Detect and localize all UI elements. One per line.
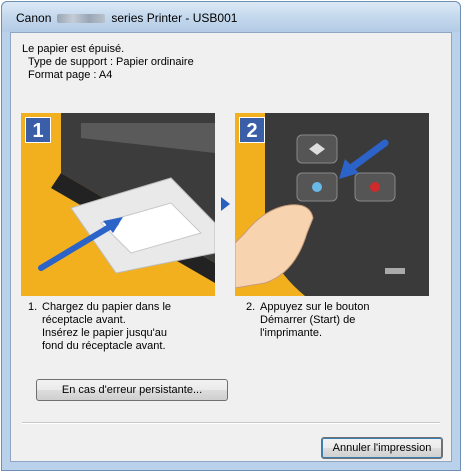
window-title: Canon series Printer - USB001 — [16, 11, 237, 25]
step-badge-1: 1 — [25, 117, 51, 143]
message-line-2: Type de support : Papier ordinaire — [28, 56, 194, 68]
printer-dialog-window: Canon series Printer - USB001 Le papier … — [1, 1, 461, 471]
step-badge-2: 2 — [239, 117, 265, 143]
step-1-line-1: Chargez du papier dans le — [42, 301, 172, 313]
message-line-3: Format page : A4 — [28, 69, 113, 81]
step-1-line-4: fond du réceptacle avant. — [42, 340, 166, 352]
divider — [22, 422, 440, 424]
cancel-printing-button[interactable]: Annuler l'impression — [321, 437, 443, 459]
title-suffix: series Printer - USB001 — [111, 11, 238, 25]
illustration-press-start: 2 — [235, 113, 429, 296]
persistent-error-button[interactable]: En cas d'erreur persistante... — [36, 379, 228, 401]
step-2-line-2: Démarrer (Start) de — [260, 314, 356, 326]
step-2-line-1: Appuyez sur le bouton — [260, 301, 370, 313]
step-1-line-2: réceptacle avant. — [42, 314, 126, 326]
step-1-number: 1. — [28, 301, 38, 313]
step-1-instruction: 1. Chargez du papier dans le réceptacle … — [28, 301, 228, 353]
title-bar[interactable]: Canon series Printer - USB001 — [2, 2, 460, 32]
error-message: Le papier est épuisé. Type de support : … — [22, 43, 194, 82]
step-2-number: 2. — [246, 301, 256, 313]
message-line-1: Le papier est épuisé. — [22, 43, 125, 55]
illustration-load-paper: 1 — [21, 113, 215, 296]
title-prefix: Canon — [16, 11, 52, 25]
dialog-body: Le papier est épuisé. Type de support : … — [10, 32, 452, 462]
step-2-line-3: l'imprimante. — [260, 327, 323, 339]
step-2-instruction: 2. Appuyez sur le bouton Démarrer (Start… — [246, 301, 446, 340]
next-step-arrow-icon — [221, 197, 230, 211]
redacted-model-name — [57, 13, 106, 23]
step-1-line-3: Insérez le papier jusqu'au — [42, 327, 168, 339]
